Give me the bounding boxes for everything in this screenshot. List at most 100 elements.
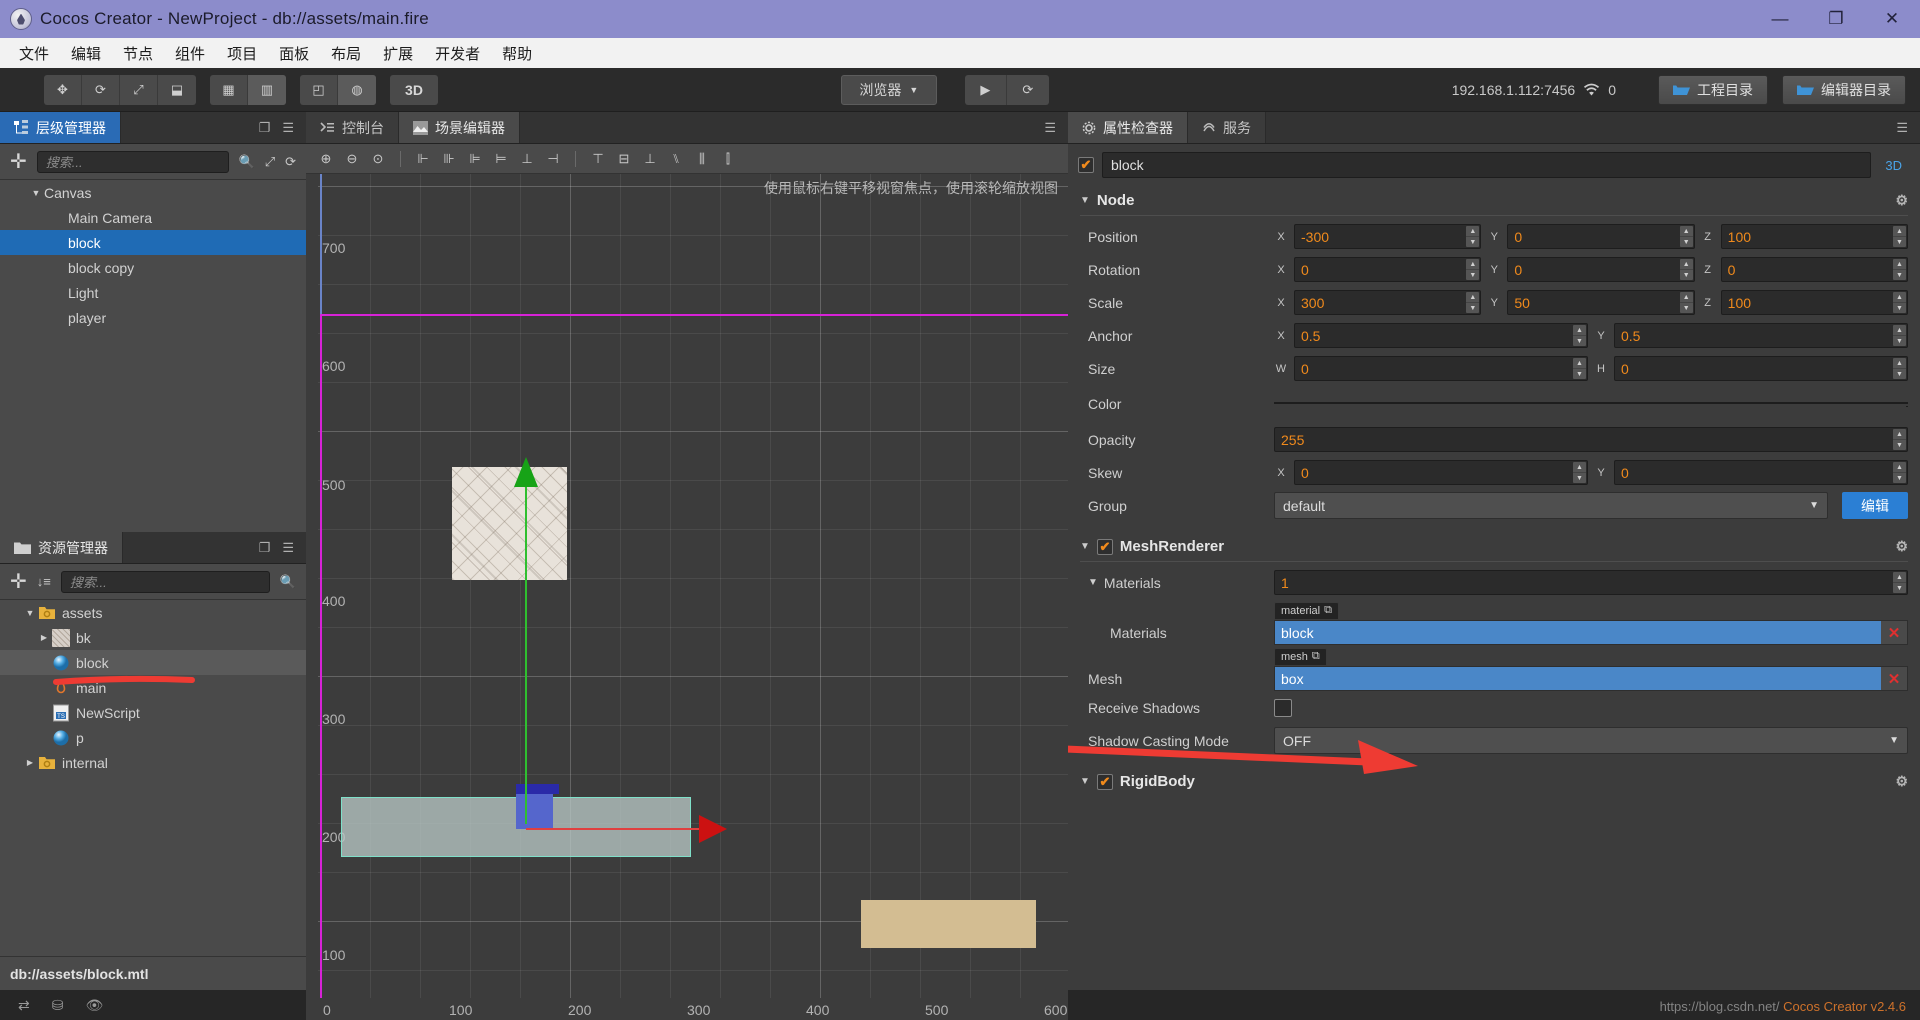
tab-hierarchy[interactable]: 层级管理器 [0,112,121,143]
distribute-h-icon[interactable]: ⑊ [664,147,688,171]
stepper[interactable]: ▲ ▼ [1892,292,1906,313]
gear-icon[interactable]: ⚙ [1895,773,1908,790]
materials-count-input[interactable]: 1 ▲ ▼ [1274,570,1908,595]
tree-item-canvas[interactable]: ▼ Canvas [0,180,306,205]
tab-console[interactable]: 控制台 [306,112,399,143]
gizmo-y-axis-arrow-icon[interactable] [514,457,538,487]
menu-item-extension[interactable]: 扩展 [374,40,422,67]
opacity-input[interactable]: 255 ▲ ▼ [1274,427,1908,452]
asset-item-newscript[interactable]: TS NewScript [0,700,306,725]
tab-assets[interactable]: 资源管理器 [0,532,123,563]
align-top-icon[interactable]: ⊤ [586,147,610,171]
collapse-arrow-icon[interactable]: ▼ [1088,577,1098,588]
asset-item-bk[interactable]: ▶ bk [0,625,306,650]
play-button[interactable]: ▶ [965,74,1007,105]
expand-arrow-icon[interactable]: ▶ [36,633,52,642]
rigidbody-enabled-checkbox[interactable]: ✔ [1096,773,1113,790]
collapse-arrow-icon[interactable]: ▼ [1080,195,1090,206]
size-h-input[interactable]: 0 ▲ ▼ [1614,356,1908,381]
material-asset-tag[interactable]: material ⧉ [1274,602,1339,620]
open-external-icon[interactable]: ⧉ [1324,604,1332,617]
add-asset-button[interactable]: ✛ [10,572,27,592]
zoom-in-icon[interactable]: ⊕ [314,147,338,171]
position-z-input[interactable]: 100 ▲ ▼ [1720,224,1908,249]
stepper[interactable]: ▲ ▼ [1679,292,1693,313]
scale-y-input[interactable]: 50 ▲ ▼ [1507,290,1695,315]
position-y-input[interactable]: 0 ▲ ▼ [1507,224,1695,249]
scene-object-bk-texture[interactable] [452,467,567,580]
align-right-icon[interactable]: ⊫ [463,147,487,171]
menu-item-project[interactable]: 项目 [218,40,266,67]
tree-item-light[interactable]: Light [0,280,306,305]
stepper[interactable]: ▲ ▼ [1892,259,1906,280]
tree-item-main-camera[interactable]: Main Camera [0,205,306,230]
node-enabled-checkbox[interactable]: ✔ [1078,157,1094,173]
menu-item-file[interactable]: 文件 [10,40,58,67]
asset-item-block[interactable]: block [0,650,306,675]
group-select[interactable]: default ▼ [1274,492,1828,519]
zoom-reset-icon[interactable]: ⊙ [366,147,390,171]
stepper[interactable]: ▲ ▼ [1573,358,1586,379]
hierarchy-search-input[interactable]: 搜索... [36,150,229,173]
zoom-out-icon[interactable]: ⊖ [340,147,364,171]
stepper[interactable]: ▲ ▼ [1893,572,1906,593]
maximize-button[interactable]: ❐ [1808,0,1864,38]
open-external-icon[interactable]: ⧉ [1312,650,1320,663]
position-x-input[interactable]: -300 ▲ ▼ [1294,224,1482,249]
scene-viewport[interactable]: 使用鼠标右键平移视窗焦点，使用滚轮缩放视图 700 600 500 400 30… [306,174,1068,1020]
node-section-header[interactable]: ▼ Node ⚙ [1068,186,1920,215]
align-right2-icon[interactable]: ⊣ [541,147,565,171]
gear-icon[interactable]: ⚙ [1895,192,1908,209]
stepper[interactable]: ▲ ▼ [1466,292,1480,313]
menu-item-panel[interactable]: 面板 [270,40,318,67]
clear-mesh-button[interactable]: ✕ [1881,667,1907,690]
hamburger-menu-icon[interactable]: ☰ [1044,120,1056,136]
tree-item-block-copy[interactable]: block copy [0,255,306,280]
gear-icon[interactable]: ⚙ [1895,538,1908,555]
rotate-tool-icon[interactable]: ⟳ [82,74,120,105]
local-coord-tool-icon[interactable]: ◰ [300,74,338,105]
rotation-y-input[interactable]: 0 ▲ ▼ [1507,257,1695,282]
menu-item-developer[interactable]: 开发者 [426,40,489,67]
mesh-asset-tag[interactable]: mesh ⧉ [1274,648,1327,666]
asset-item-main[interactable]: main [0,675,306,700]
expand-arrow-icon[interactable]: ▶ [22,758,38,767]
receive-shadows-checkbox[interactable] [1274,698,1292,717]
minimize-button[interactable]: — [1752,0,1808,38]
expand-arrow-icon[interactable]: ▼ [22,608,38,618]
search-icon[interactable]: 🔍 [280,574,296,590]
asset-item-p[interactable]: p [0,725,306,750]
meshrenderer-section-header[interactable]: ▼ ✔ MeshRenderer ⚙ [1068,532,1920,561]
stepper[interactable]: ▲ ▼ [1466,226,1480,247]
scale-tool-icon[interactable]: ⤢ [120,74,158,105]
node-name-input[interactable]: block [1102,152,1872,178]
meshrenderer-enabled-checkbox[interactable]: ✔ [1096,538,1113,555]
tree-item-player[interactable]: player [0,305,306,330]
color-alpha-bar[interactable] [1906,405,1908,407]
distribute-v-icon[interactable]: ⫼ [690,147,714,171]
color-swatch[interactable] [1274,401,1908,404]
mesh-asset-value[interactable]: box ✕ [1274,666,1908,691]
align-center-icon[interactable]: ⊥ [515,147,539,171]
add-node-button[interactable]: ✛ [10,152,27,172]
menu-item-edit[interactable]: 编辑 [62,40,110,67]
preview-target-dropdown[interactable]: 浏览器 ▼ [840,74,937,105]
align-left2-icon[interactable]: ⊨ [489,147,513,171]
menu-item-node[interactable]: 节点 [114,40,162,67]
group-edit-button[interactable]: 编辑 [1842,492,1908,519]
anchor-x-input[interactable]: 0.5 ▲ ▼ [1294,323,1588,348]
gizmo-y-axis[interactable] [525,479,527,824]
materials-label-wrap[interactable]: ▼ Materials [1088,575,1268,591]
hamburger-menu-icon[interactable]: ☰ [282,540,294,556]
material-asset-value[interactable]: block ✕ [1274,620,1908,645]
asset-item-assets[interactable]: ▼ assets [0,600,306,625]
hamburger-menu-icon[interactable]: ☰ [1896,120,1908,136]
tab-scene-editor[interactable]: 场景编辑器 [399,112,520,143]
mesh-asset-field[interactable]: mesh ⧉ box ✕ [1274,648,1908,691]
rotation-z-input[interactable]: 0 ▲ ▼ [1720,257,1908,282]
sort-icon[interactable]: ↓≡ [37,574,51,589]
node-3d-badge[interactable]: 3D [1879,158,1908,173]
stepper[interactable]: ▲ ▼ [1893,358,1906,379]
skew-y-input[interactable]: 0 ▲ ▼ [1614,460,1908,485]
refresh-icon[interactable]: ⟳ [285,154,296,170]
